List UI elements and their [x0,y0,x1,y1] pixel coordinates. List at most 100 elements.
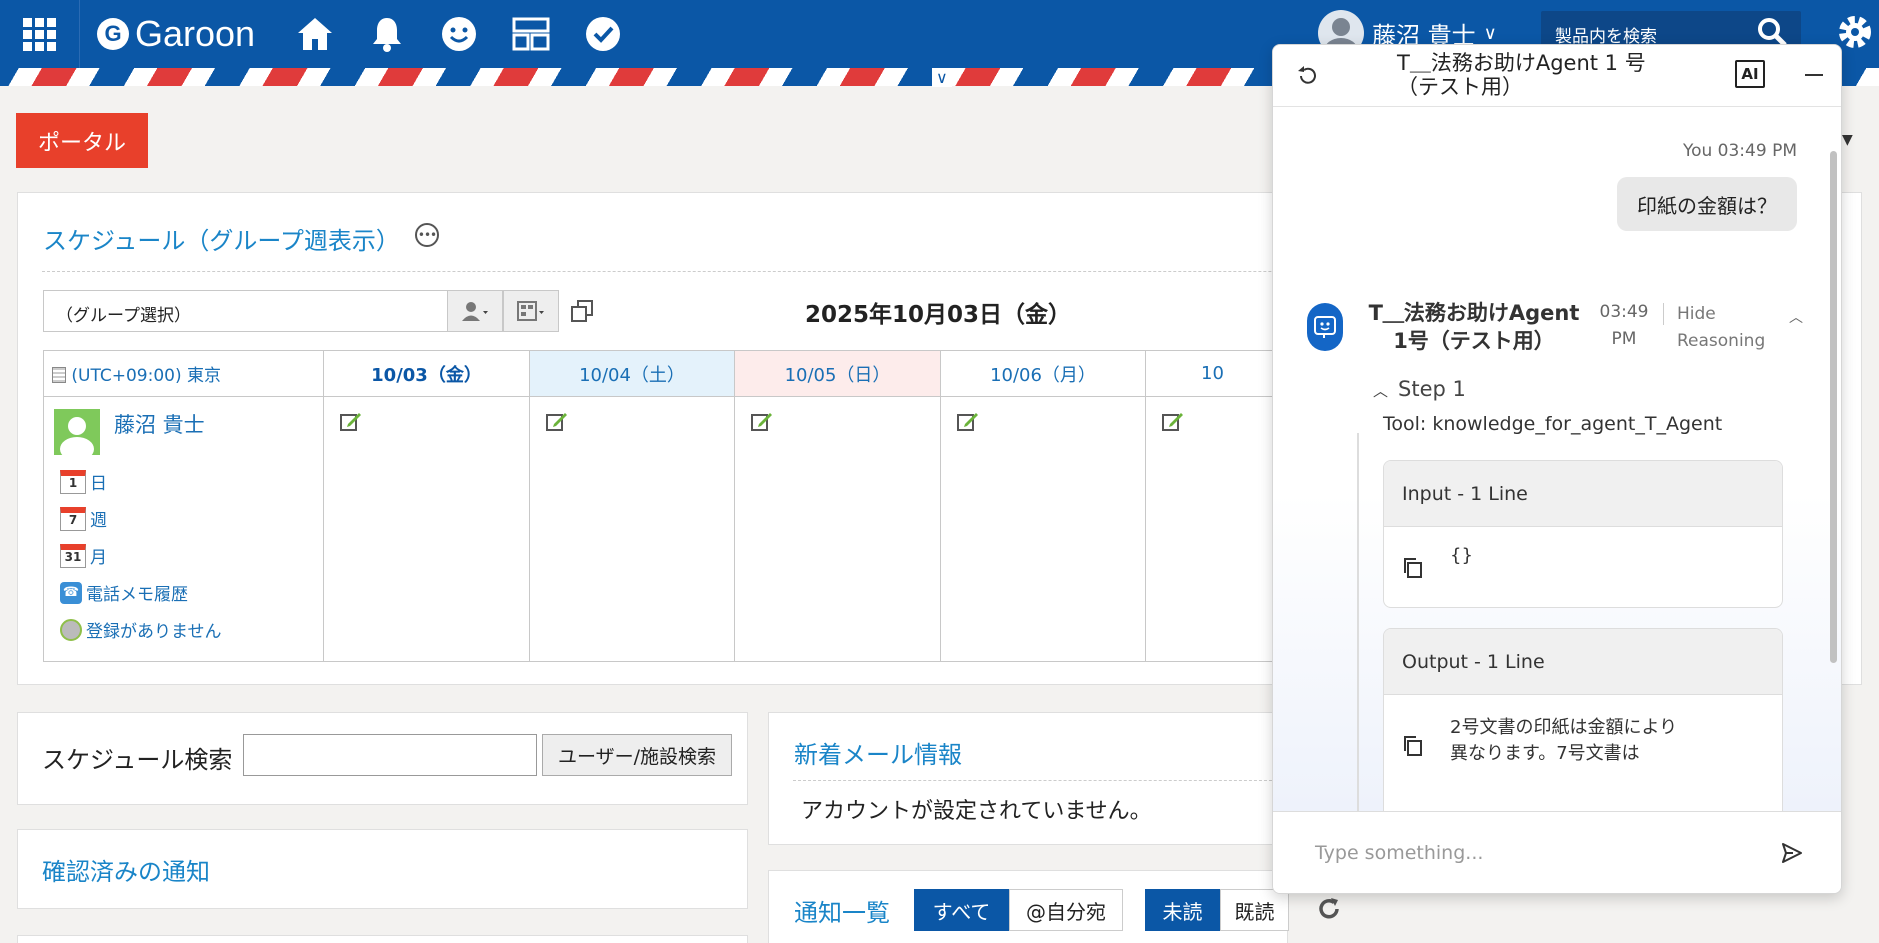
filter-all-button[interactable]: すべて [914,889,1009,931]
reasoning-line [1357,433,1359,811]
schedule-search-label: スケジュール検索 [42,746,233,774]
user-message-bubble: 印紙の金額は？ [1617,177,1797,231]
panel-edge [17,935,748,943]
copy-icon[interactable] [1402,735,1424,761]
chat-input-placeholder[interactable]: Type something... [1315,842,1483,864]
output-text-line-2: 異なります。7号文書は [1450,743,1640,764]
presence-link[interactable]: 登録がありません [60,617,313,642]
user-select-button[interactable] [447,290,503,332]
person-avatar [54,409,100,455]
schedule-search-panel: スケジュール検索 ユーザー/施設検索 [17,712,748,805]
day-header-sat[interactable]: 10/04（土） [529,350,735,397]
schedule-title[interactable]: スケジュール（グループ週表示） [43,221,400,256]
person-name-link[interactable]: 藤沼 貴士 [114,409,205,439]
chat-input-area[interactable]: Type something... [1273,811,1841,893]
presence-icon [60,618,82,641]
copy-icon[interactable] [1402,557,1424,583]
chat-check-icon[interactable] [583,14,623,54]
garoon-logo-mark: G [97,18,129,50]
user-facility-search-button[interactable]: ユーザー/施設検索 [542,734,732,776]
smiley-icon[interactable] [439,14,479,54]
day-header-mon[interactable]: 10/06（月） [940,350,1146,397]
mail-account-message: アカウントが設定されていません。 [801,799,1152,824]
edit-icon[interactable] [546,411,734,436]
send-icon[interactable] [1781,842,1803,868]
day-header-fri[interactable]: 10/03（金） [323,350,530,397]
divider [1663,303,1664,325]
building-icon [52,367,66,383]
person-cell: 藤沼 貴士 1 日 7 週 31 月 ☎ 電話メモ履歴 登録がありません [43,396,324,662]
tool-line: Tool: knowledge_for_agent_T_Agent [1383,413,1723,435]
dropdown-arrow-icon[interactable]: ▼ [1842,132,1853,148]
chat-header: T＿法務お助けAgent 1 号（テスト用） AI [1273,45,1841,107]
hide-reasoning-button[interactable]: Hide Reasoning [1677,301,1777,355]
output-box: Output - 1 Line 2号文書の印紙は金額により 異なります。7号文書… [1383,628,1783,811]
bot-message-time: 03:49 PM [1599,302,1649,349]
calendar-day-icon: 1 [60,469,86,494]
month-view-label: 月 [90,548,107,568]
notification-list-title[interactable]: 通知一覧 [794,893,890,928]
portal-layout-icon[interactable] [511,14,551,54]
garoon-logo[interactable]: G Garoon [97,12,255,56]
app-menu-grid-icon[interactable] [0,0,80,68]
ai-badge: AI [1735,60,1765,88]
confirmed-notifications-panel: 確認済みの通知 [17,829,748,909]
week-view-label: 週 [90,511,107,531]
home-icon[interactable] [295,14,335,54]
day-cell[interactable] [734,396,941,662]
bell-icon[interactable] [367,14,407,54]
filter-mention-button[interactable]: @自分宛 [1009,889,1123,931]
day-header-sun[interactable]: 10/05（日） [734,350,941,397]
filter-unread-button[interactable]: 未読 [1145,889,1220,931]
new-mail-panel: 新着メール情報 アカウントが設定されていません。 [768,712,1288,845]
new-mail-title[interactable]: 新着メール情報 [794,735,962,770]
day-view-label: 日 [90,474,107,494]
minimize-icon[interactable] [1805,74,1823,76]
day-cell[interactable] [940,396,1146,662]
step-label: Step 1 [1398,377,1466,401]
week-view-link[interactable]: 7 週 [60,506,313,531]
facility-select-button[interactable] [503,290,559,332]
portal-button[interactable]: ポータル [16,113,148,168]
edit-icon[interactable] [957,411,1145,436]
chevron-up-icon[interactable]: ︿ [1789,307,1803,327]
phone-icon: ☎ [60,581,82,604]
open-window-icon[interactable] [571,300,593,326]
day-cell[interactable] [323,396,530,662]
edit-icon[interactable] [340,411,529,436]
confirmed-notifications-title[interactable]: 確認済みの通知 [42,852,210,887]
month-view-link[interactable]: 31 月 [60,543,313,568]
input-box: Input - 1 Line {} [1383,460,1783,608]
input-header: Input - 1 Line [1384,461,1782,527]
date-heading: 2025年10月03日（金） [805,302,1072,328]
step-toggle[interactable]: ︿ Step 1 [1373,377,1466,401]
phone-memo-link[interactable]: ☎ 電話メモ履歴 [60,580,313,605]
chat-messages[interactable]: You 03:49 PM 印紙の金額は？ T＿法務お助けAgent 1号（テスト… [1273,107,1841,811]
chevron-down-icon[interactable]: ∨ [932,68,952,87]
user-message-time: You 03:49 PM [1682,141,1797,161]
phone-memo-label: 電話メモ履歴 [86,585,188,605]
calendar-month-icon: 31 [60,543,86,568]
output-text-line-1: 2号文書の印紙は金額により [1450,717,1678,738]
filter-read-button[interactable]: 既読 [1220,889,1289,931]
app-name: Garoon [135,13,256,54]
refresh-icon[interactable] [1316,896,1342,926]
presence-label: 登録がありません [86,622,222,642]
more-options-icon[interactable]: ••• [415,223,439,247]
group-select[interactable]: （グループ選択） [43,290,448,332]
chat-scrollbar[interactable] [1830,151,1837,663]
reset-icon[interactable] [1295,65,1319,91]
day-cell[interactable] [529,396,735,662]
input-code: {} [1450,545,1473,566]
day-view-link[interactable]: 1 日 [60,469,313,494]
ai-chat-window: T＿法務お助けAgent 1 号（テスト用） AI You 03:49 PM 印… [1272,44,1842,894]
chevron-down-icon: ∨ [1483,22,1497,44]
timezone-cell: (UTC+09:00) 東京 [43,350,324,397]
schedule-search-input[interactable] [243,734,537,776]
notification-list-panel: 通知一覧 すべて @自分宛 未読 既読 [768,870,1289,943]
bot-avatar-icon [1307,303,1343,351]
week-calendar: (UTC+09:00) 東京 10/03（金） 10/04（土） 10/05（日… [43,350,1351,662]
edit-icon[interactable] [751,411,940,436]
output-header: Output - 1 Line [1384,629,1782,695]
chevron-up-icon: ︿ [1373,382,1389,400]
